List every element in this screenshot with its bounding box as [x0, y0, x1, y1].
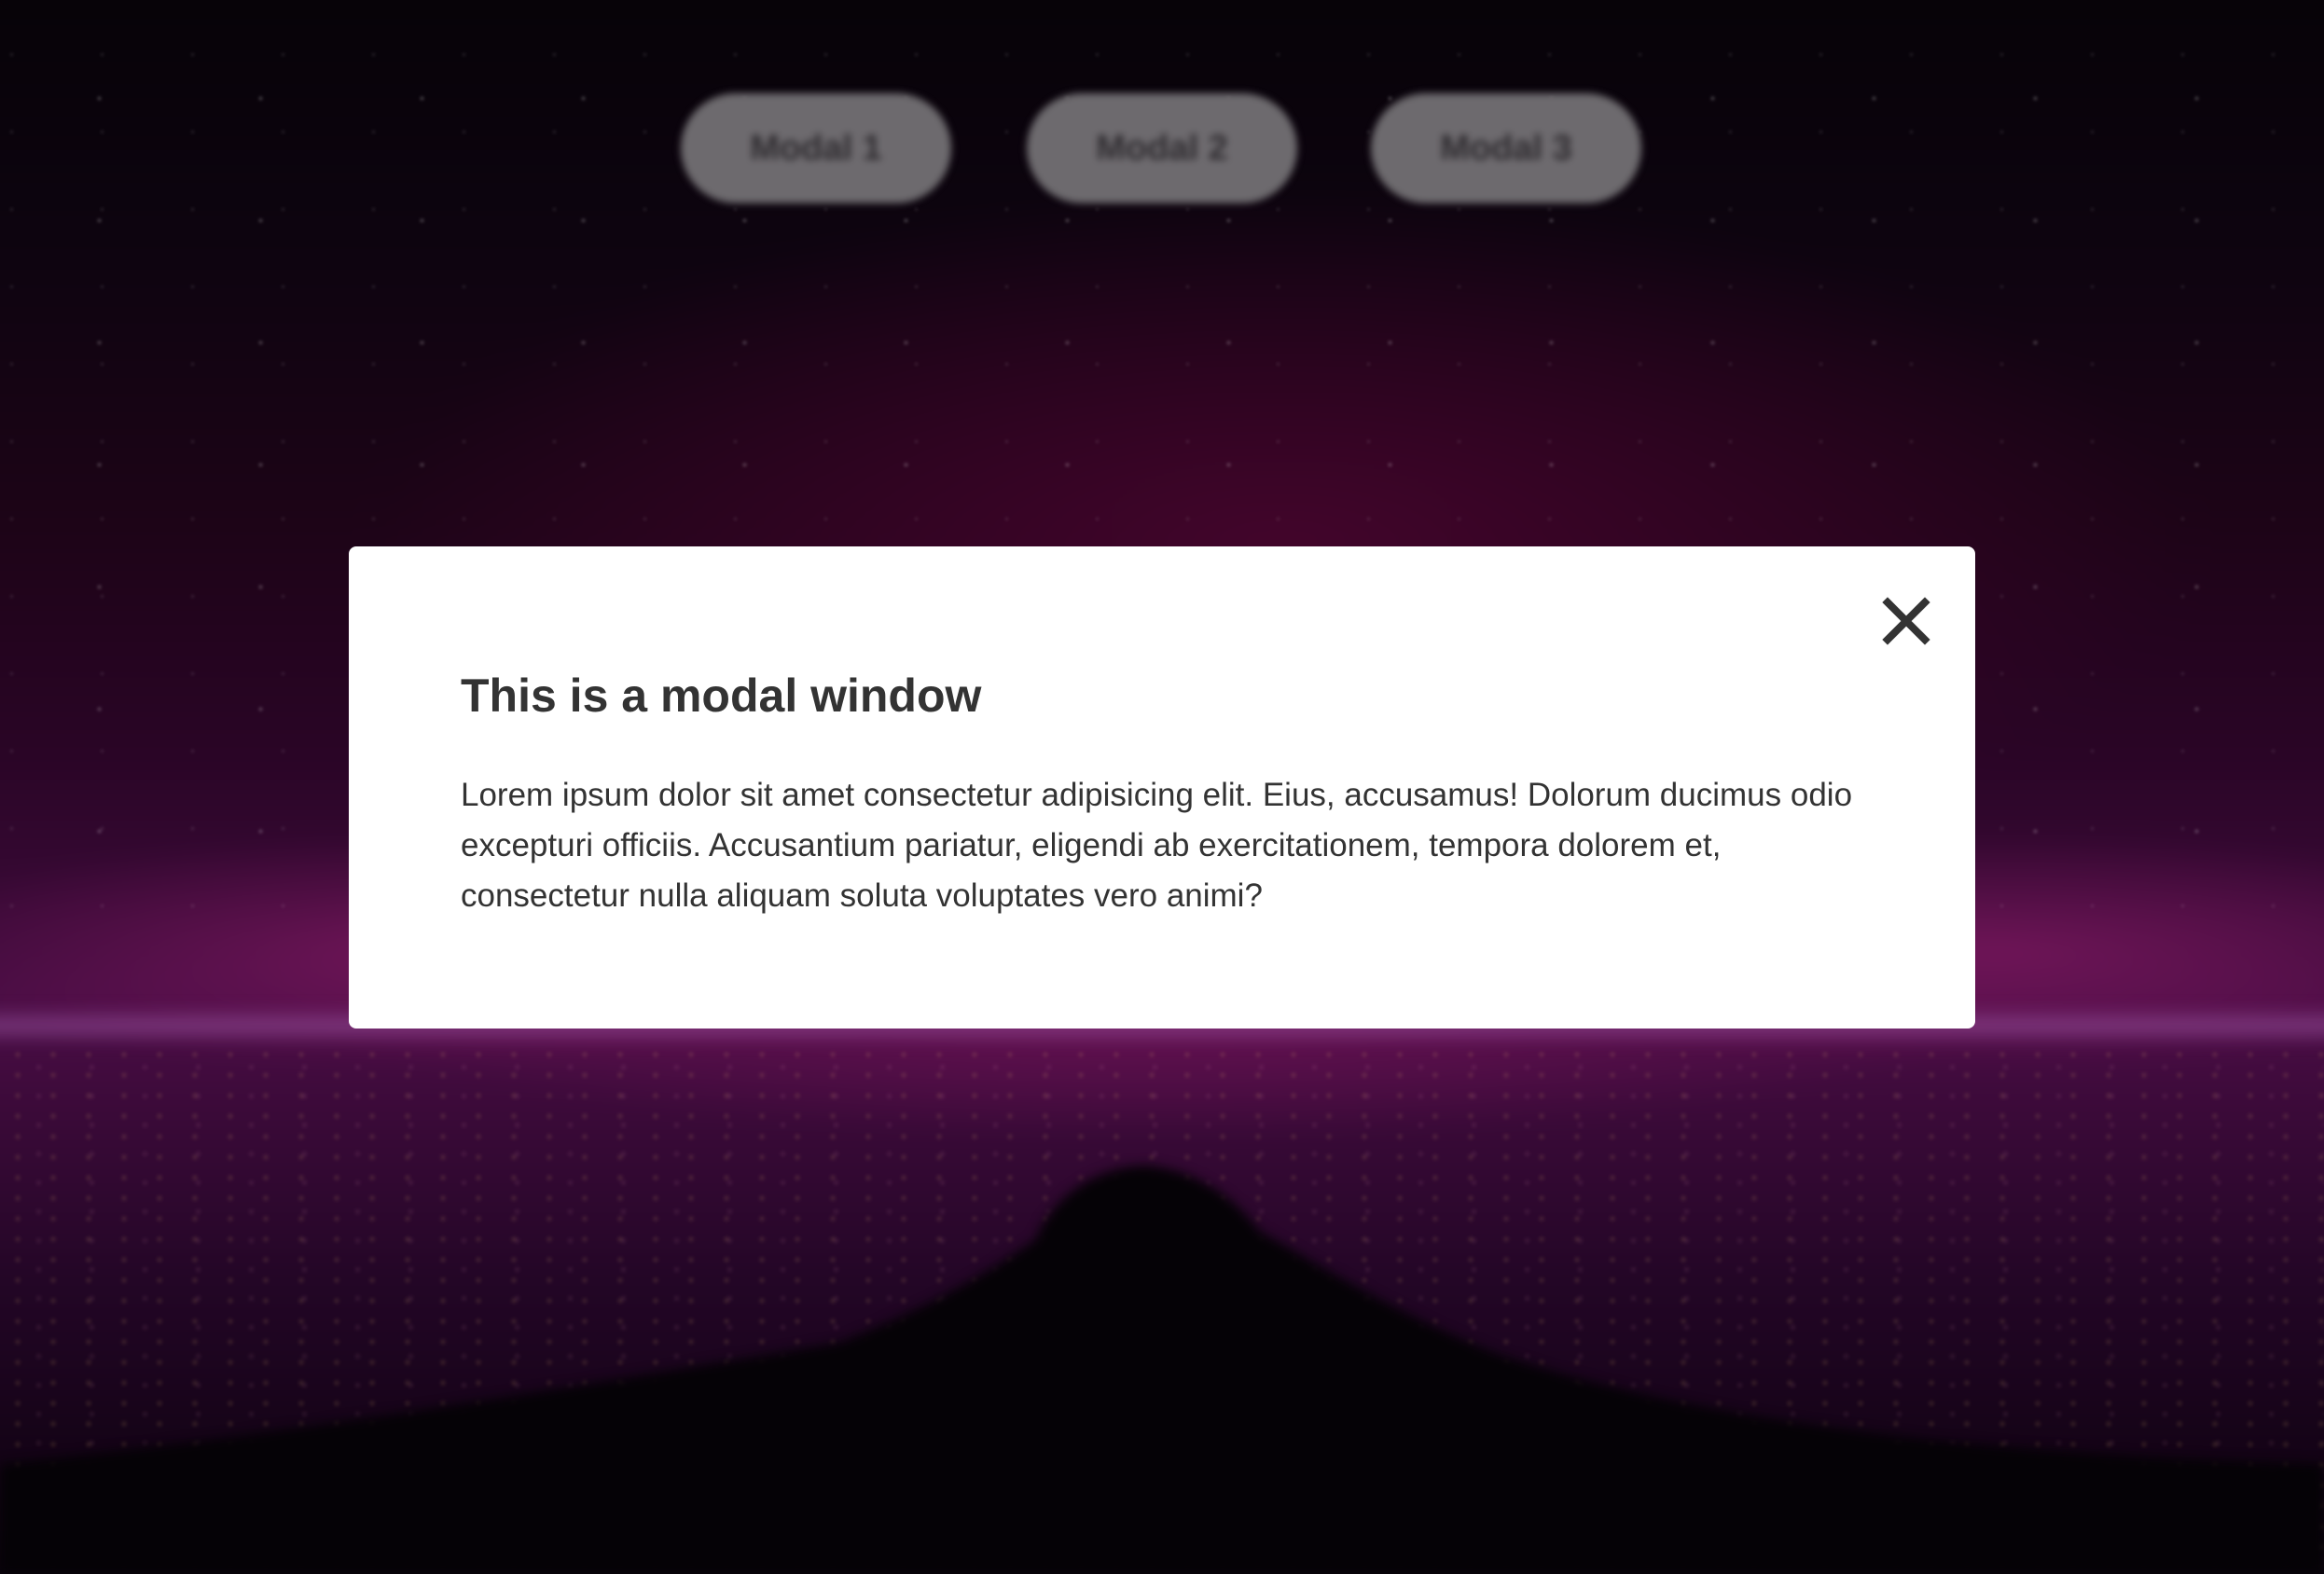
close-icon	[1882, 597, 1930, 645]
modal-body-text: Lorem ipsum dolor sit amet consectetur a…	[461, 777, 1853, 914]
modal-window: This is a modal window Lorem ipsum dolor…	[349, 546, 1975, 1029]
page: Modal 1 Modal 2 Modal 3 This is a modal …	[0, 0, 2324, 1574]
modal-1-button[interactable]: Modal 1	[681, 93, 951, 203]
modal-title: This is a modal window	[461, 670, 982, 722]
close-button[interactable]	[1878, 593, 1934, 649]
modal-2-button[interactable]: Modal 2	[1027, 93, 1297, 203]
modal-3-button[interactable]: Modal 3	[1371, 93, 1641, 203]
modal-button-row: Modal 1 Modal 2 Modal 3	[0, 93, 2324, 203]
mountain-silhouette	[0, 1166, 2324, 1574]
